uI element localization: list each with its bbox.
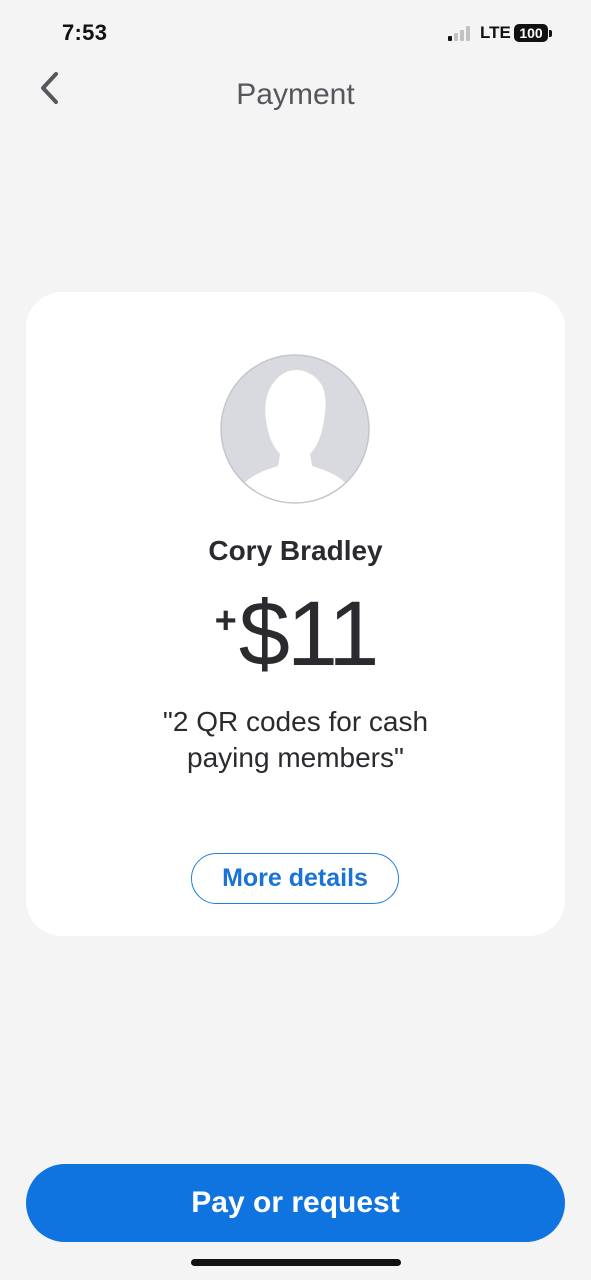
network-type: LTE bbox=[480, 23, 511, 42]
pay-or-request-button[interactable]: Pay or request bbox=[26, 1164, 565, 1242]
amount-value: $11 bbox=[238, 583, 380, 685]
avatar[interactable] bbox=[220, 354, 370, 504]
default-person-avatar-icon bbox=[220, 354, 370, 504]
page-title: Payment bbox=[236, 78, 355, 111]
status-bar: 7:53 LTE 100 bbox=[0, 0, 591, 66]
cellular-signal-icon bbox=[448, 25, 476, 41]
payment-amount: +$11 bbox=[26, 588, 565, 680]
battery-icon: 100 bbox=[514, 24, 548, 42]
more-details-button[interactable]: More details bbox=[191, 853, 399, 904]
home-indicator[interactable] bbox=[191, 1259, 401, 1266]
battery-cap bbox=[549, 30, 552, 37]
payment-note: "2 QR codes for cash paying members" bbox=[162, 706, 429, 773]
amount-sign: + bbox=[214, 600, 237, 642]
status-time: 7:53 bbox=[62, 20, 108, 45]
recipient-name: Cory Bradley bbox=[208, 535, 383, 566]
payment-card: Cory Bradley +$11 "2 QR codes for cash p… bbox=[26, 292, 565, 936]
